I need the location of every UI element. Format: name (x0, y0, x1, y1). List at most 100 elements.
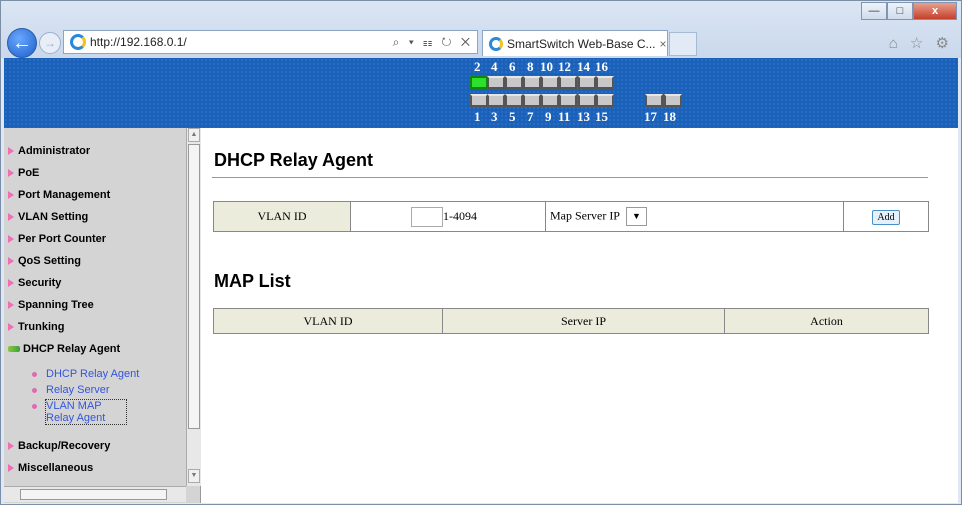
port-label-11: 11 (558, 109, 571, 124)
sidebar-item-label: Trunking (18, 321, 65, 333)
sidebar-item-label: Per Port Counter (18, 233, 107, 245)
sidebar-item-label: PoE (18, 167, 40, 179)
port-1-icon[interactable] (470, 94, 488, 107)
scroll-up-icon[interactable]: ▲ (188, 128, 200, 142)
port-3-icon[interactable] (487, 94, 505, 107)
map-server-cell: Map Server IP ▼ (545, 201, 844, 232)
vlan-range-hint: 1-4094 (443, 208, 477, 223)
add-button[interactable]: Add (872, 209, 900, 225)
browser-tools-icons[interactable]: ⌂ ☆ ⚙ (889, 34, 953, 52)
sidebar-item-label: DHCP Relay Agent (23, 343, 121, 355)
arrow-icon (8, 147, 14, 155)
page-viewport: 2 4 6 8 10 12 14 16 1 3 5 7 9 11 13 15 17 18 ▲ ▼ Administ… (4, 58, 958, 503)
sidebar-item-label: VLAN Setting (18, 211, 89, 223)
port-label-1: 1 (474, 109, 481, 124)
vlan-id-cell: 1-4094 (350, 201, 546, 232)
port-11-icon[interactable] (559, 94, 577, 107)
address-url[interactable]: http://192.168.0.1/ (90, 35, 187, 49)
port-5-icon[interactable] (505, 94, 523, 107)
port-label-14: 14 (577, 59, 590, 74)
browser-window: — □ x ← → http://192.168.0.1/ ⌕ ▾ ☷ ↻ ✕ … (0, 0, 962, 505)
port-13-icon[interactable] (578, 94, 596, 107)
port-12-icon[interactable] (559, 76, 577, 89)
col-action: Action (724, 308, 929, 334)
sidebar-item-port-management[interactable]: Port Management (8, 189, 110, 201)
sidebar-item-per-port-counter[interactable]: Per Port Counter (8, 233, 106, 245)
title-divider (212, 177, 928, 178)
sidebar-horizontal-scrollbar[interactable] (4, 486, 186, 502)
sidebar-item-label: Miscellaneous (18, 462, 94, 474)
bullet-icon (32, 372, 37, 377)
arrow-icon (8, 323, 14, 331)
sidebar-subitem-vlan-map-relay-agent[interactable]: VLAN MAP Relay Agent (32, 399, 152, 425)
new-tab-button[interactable] (669, 32, 697, 56)
sidebar-item-security[interactable]: Security (8, 277, 61, 289)
map-server-select[interactable]: ▼ (625, 207, 647, 226)
bullet-icon (32, 388, 37, 393)
col-vlan-id: VLAN ID (213, 308, 443, 334)
arrow-icon (8, 213, 14, 221)
port-label-12: 12 (558, 59, 571, 74)
sidebar-item-vlan-setting[interactable]: VLAN Setting (8, 211, 88, 223)
sidebar-subitem-label: Relay Server (46, 384, 110, 396)
port-8-icon[interactable] (523, 76, 541, 89)
port-7-icon[interactable] (523, 94, 541, 107)
relay-form: VLAN ID 1-4094 Map Server IP ▼ Add (213, 201, 929, 232)
sidebar-item-qos-setting[interactable]: QoS Setting (8, 255, 81, 267)
arrow-icon (8, 279, 14, 287)
map-server-label: Map Server IP (550, 208, 620, 223)
port-2-icon[interactable] (470, 76, 488, 89)
vlan-id-label: VLAN ID (213, 201, 351, 232)
browser-tab[interactable]: SmartSwitch Web-Base C... × (482, 30, 668, 56)
sidebar-item-trunking[interactable]: Trunking (8, 321, 64, 333)
port-9-icon[interactable] (541, 94, 559, 107)
port-label-3: 3 (491, 109, 498, 124)
arrow-icon (8, 169, 14, 177)
address-bar[interactable]: http://192.168.0.1/ ⌕ ▾ ☷ ↻ ✕ (63, 30, 478, 54)
sidebar-item-miscellaneous[interactable]: Miscellaneous (8, 462, 93, 474)
col-server-ip: Server IP (442, 308, 725, 334)
sidebar-item-label: Backup/Recovery (18, 440, 111, 452)
port-label-15: 15 (595, 109, 608, 124)
port-label-17: 17 (644, 109, 657, 124)
scroll-thumb[interactable] (20, 489, 167, 500)
port-6-icon[interactable] (505, 76, 523, 89)
maximize-button[interactable]: □ (887, 2, 913, 20)
sidebar-vertical-scrollbar[interactable]: ▲ ▼ (186, 128, 201, 486)
port-label-5: 5 (509, 109, 516, 124)
port-16-icon[interactable] (596, 76, 614, 89)
scroll-down-icon[interactable]: ▼ (188, 469, 200, 483)
close-window-button[interactable]: x (913, 2, 957, 20)
port-10-icon[interactable] (541, 76, 559, 89)
sidebar-item-label: QoS Setting (18, 255, 81, 267)
arrow-icon (8, 301, 14, 309)
forward-button[interactable]: → (39, 32, 61, 54)
sidebar-item-label: Administrator (18, 145, 91, 157)
back-button[interactable]: ← (7, 28, 37, 58)
minimize-button[interactable]: — (861, 2, 887, 20)
sidebar-subitem-relay-server[interactable]: Relay Server (32, 384, 110, 396)
arrow-icon (8, 442, 14, 450)
sidebar-subitem-dhcp-relay-agent[interactable]: DHCP Relay Agent (32, 368, 139, 380)
port-18-icon[interactable] (664, 94, 682, 107)
tab-close-icon[interactable]: × (660, 37, 667, 51)
sidebar-item-backup-recovery[interactable]: Backup/Recovery (8, 440, 110, 452)
arrow-icon (8, 191, 14, 199)
vlan-id-input[interactable] (411, 206, 443, 227)
sidebar-item-spanning-tree[interactable]: Spanning Tree (8, 299, 94, 311)
sidebar-item-poe[interactable]: PoE (8, 167, 39, 179)
port-17-icon[interactable] (645, 94, 663, 107)
add-cell: Add (843, 201, 929, 232)
sidebar-item-dhcp-relay-agent[interactable]: DHCP Relay Agent (8, 343, 120, 355)
scroll-thumb[interactable] (188, 144, 200, 429)
sidebar-item-label: Port Management (18, 189, 111, 201)
address-tools-icons[interactable]: ⌕ ▾ ☷ ↻ ✕ (393, 35, 473, 50)
sidebar-item-administrator[interactable]: Administrator (8, 145, 90, 157)
main-content: DHCP Relay Agent VLAN ID 1-4094 Map Serv… (202, 128, 958, 503)
switch-banner: 2 4 6 8 10 12 14 16 1 3 5 7 9 11 13 15 17 18 (4, 58, 958, 128)
port-4-icon[interactable] (487, 76, 505, 89)
port-15-icon[interactable] (596, 94, 614, 107)
port-label-8: 8 (527, 59, 534, 74)
ie-icon (489, 36, 503, 51)
port-14-icon[interactable] (578, 76, 596, 89)
